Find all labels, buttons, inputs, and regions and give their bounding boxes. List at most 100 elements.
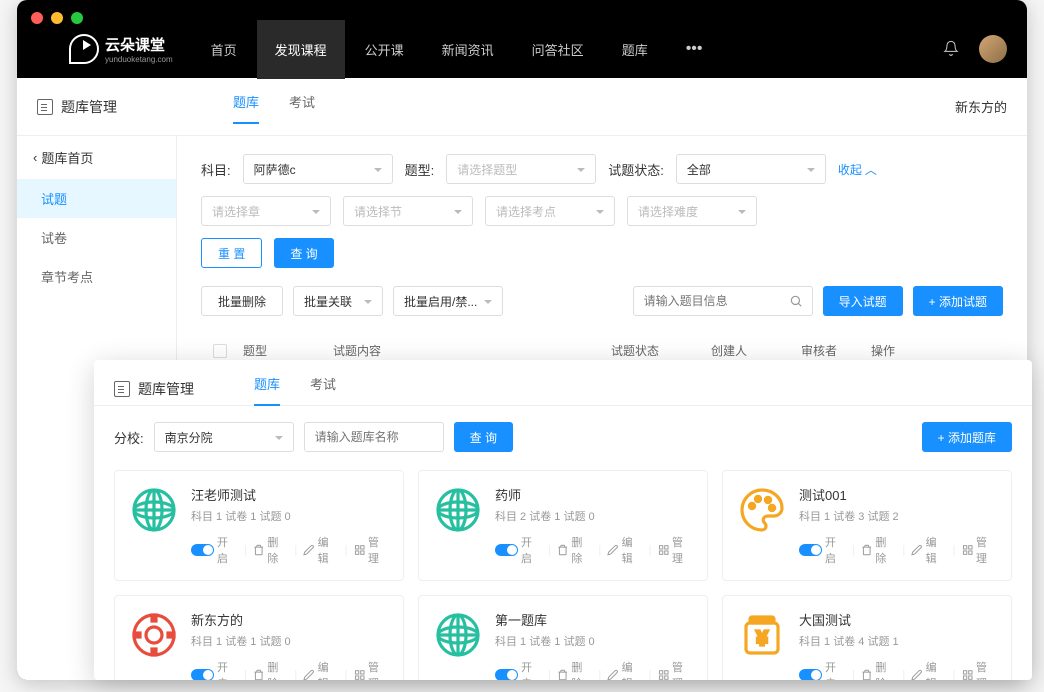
nav-home[interactable]: 首页	[193, 20, 255, 79]
top-nav: 云朵课堂 yunduoketang.com 首页 发现课程 公开课 新闻资讯 问…	[17, 20, 1027, 78]
point-select[interactable]: 请选择考点	[485, 196, 615, 226]
back-label: 题库首页	[41, 148, 93, 167]
bank-search-button[interactable]: 查 询	[454, 422, 513, 452]
chapter-select[interactable]: 请选择章	[201, 196, 331, 226]
edit-icon	[303, 544, 314, 556]
batch-delete-button[interactable]: 批量删除	[201, 286, 283, 316]
edit-action[interactable]: 编辑	[607, 534, 642, 566]
trash-icon	[253, 669, 264, 680]
delete-action[interactable]: 删除	[861, 659, 896, 680]
import-button[interactable]: 导入试题	[823, 286, 903, 316]
branch-select[interactable]: 南京分院	[154, 422, 294, 452]
tab-exam[interactable]: 考试	[289, 90, 315, 123]
maximize-icon[interactable]	[71, 12, 83, 24]
grid-icon	[354, 544, 365, 556]
manage-action[interactable]: 管理	[354, 659, 389, 680]
overlay-title: 题库管理	[138, 379, 194, 399]
subject-select[interactable]: 阿萨德c	[243, 154, 393, 184]
sidebar-item-papers[interactable]: 试卷	[17, 218, 176, 257]
tab-bank[interactable]: 题库	[233, 90, 259, 123]
toggle-action[interactable]: 开启	[191, 659, 238, 680]
logo-subtitle: yunduoketang.com	[105, 55, 173, 64]
card-meta: 科目 1 试卷 3 试题 2	[799, 508, 997, 524]
overlay-window: 题库管理 题库 考试 分校: 南京分院 查 询 + 添加题库 汪老师测试 科目 …	[94, 360, 1032, 680]
user-label: 新东方的	[955, 97, 1007, 116]
trash-icon	[253, 544, 264, 556]
add-question-button[interactable]: + 添加试题	[913, 286, 1003, 316]
add-bank-button[interactable]: + 添加题库	[922, 422, 1012, 452]
search-icon[interactable]	[789, 294, 803, 308]
page-header: 题库管理 题库 考试 新东方的	[17, 78, 1027, 136]
nav-news[interactable]: 新闻资讯	[424, 20, 512, 79]
edit-action[interactable]: 编辑	[607, 659, 642, 680]
delete-action[interactable]: 删除	[861, 534, 896, 566]
document-icon	[37, 99, 53, 115]
nav-public[interactable]: 公开课	[347, 20, 422, 79]
overlay-tab-bank[interactable]: 题库	[254, 372, 280, 405]
avatar[interactable]	[979, 35, 1007, 63]
difficulty-select[interactable]: 请选择难度	[627, 196, 757, 226]
bank-icon	[129, 485, 179, 535]
overlay-tab-exam[interactable]: 考试	[310, 372, 336, 405]
edit-action[interactable]: 编辑	[911, 659, 946, 680]
type-select[interactable]: 请选择题型	[446, 154, 596, 184]
header-status: 试题状态	[611, 342, 711, 359]
card-meta: 科目 1 试卷 1 试题 0	[495, 633, 693, 649]
delete-action[interactable]: 删除	[253, 534, 288, 566]
manage-action[interactable]: 管理	[658, 659, 693, 680]
toggle-action[interactable]: 开启	[799, 659, 846, 680]
manage-action[interactable]: 管理	[962, 659, 997, 680]
batch-enable-select[interactable]: 批量启用/禁...	[393, 286, 503, 316]
logo[interactable]: 云朵课堂 yunduoketang.com	[69, 34, 173, 64]
bank-card[interactable]: ¥ 大国测试 科目 1 试卷 4 试题 1 开启 | 删除 | 编辑 | 管理	[722, 595, 1012, 680]
edit-action[interactable]: 编辑	[303, 659, 338, 680]
back-link[interactable]: ‹ 题库首页	[17, 136, 176, 179]
search-button[interactable]: 查 询	[274, 238, 333, 268]
toggle-action[interactable]: 开启	[495, 534, 542, 566]
nav-more[interactable]: •••	[668, 20, 721, 79]
card-title: 大国测试	[799, 610, 997, 629]
delete-action[interactable]: 删除	[253, 659, 288, 680]
toggle-action[interactable]: 开启	[495, 659, 542, 680]
bank-card[interactable]: 汪老师测试 科目 1 试卷 1 试题 0 开启 | 删除 | 编辑 | 管理	[114, 470, 404, 581]
chevron-left-icon: ‹	[33, 150, 37, 165]
page-title: 题库管理	[61, 97, 117, 117]
section-select[interactable]: 请选择节	[343, 196, 473, 226]
logo-icon	[69, 34, 99, 64]
bank-card[interactable]: 药师 科目 2 试卷 1 试题 0 开启 | 删除 | 编辑 | 管理	[418, 470, 708, 581]
delete-action[interactable]: 删除	[557, 534, 592, 566]
sidebar-item-chapters[interactable]: 章节考点	[17, 257, 176, 296]
bank-card[interactable]: 新东方的 科目 1 试卷 1 试题 0 开启 | 删除 | 编辑 | 管理	[114, 595, 404, 680]
manage-action[interactable]: 管理	[354, 534, 389, 566]
toggle-action[interactable]: 开启	[191, 534, 238, 566]
nav-bank[interactable]: 题库	[604, 20, 666, 79]
bell-icon[interactable]	[943, 40, 959, 58]
edit-action[interactable]: 编辑	[303, 534, 338, 566]
manage-action[interactable]: 管理	[962, 534, 997, 566]
bank-card[interactable]: 测试001 科目 1 试卷 3 试题 2 开启 | 删除 | 编辑 | 管理	[722, 470, 1012, 581]
batch-relate-select[interactable]: 批量关联	[293, 286, 383, 316]
nav-discover[interactable]: 发现课程	[257, 20, 345, 79]
grid-icon	[658, 669, 669, 680]
close-icon[interactable]	[31, 12, 43, 24]
collapse-link[interactable]: 收起 ︿	[838, 161, 877, 178]
card-title: 第一题库	[495, 610, 693, 629]
edit-icon	[607, 544, 618, 556]
bank-card[interactable]: 第一题库 科目 1 试卷 1 试题 0 开启 | 删除 | 编辑 | 管理	[418, 595, 708, 680]
search-input[interactable]	[633, 286, 813, 316]
minimize-icon[interactable]	[51, 12, 63, 24]
reset-button[interactable]: 重 置	[201, 238, 262, 268]
bank-search-input[interactable]	[304, 422, 444, 452]
header-reviewer: 审核者	[801, 342, 871, 359]
edit-action[interactable]: 编辑	[911, 534, 946, 566]
card-title: 汪老师测试	[191, 485, 389, 504]
checkbox-all[interactable]	[213, 344, 227, 358]
toggle-action[interactable]: 开启	[799, 534, 846, 566]
manage-action[interactable]: 管理	[658, 534, 693, 566]
delete-action[interactable]: 删除	[557, 659, 592, 680]
logo-text: 云朵课堂	[105, 34, 173, 55]
sidebar-item-questions[interactable]: 试题	[17, 179, 176, 218]
status-select[interactable]: 全部	[676, 154, 826, 184]
header-creator: 创建人	[711, 342, 801, 359]
nav-qa[interactable]: 问答社区	[514, 20, 602, 79]
